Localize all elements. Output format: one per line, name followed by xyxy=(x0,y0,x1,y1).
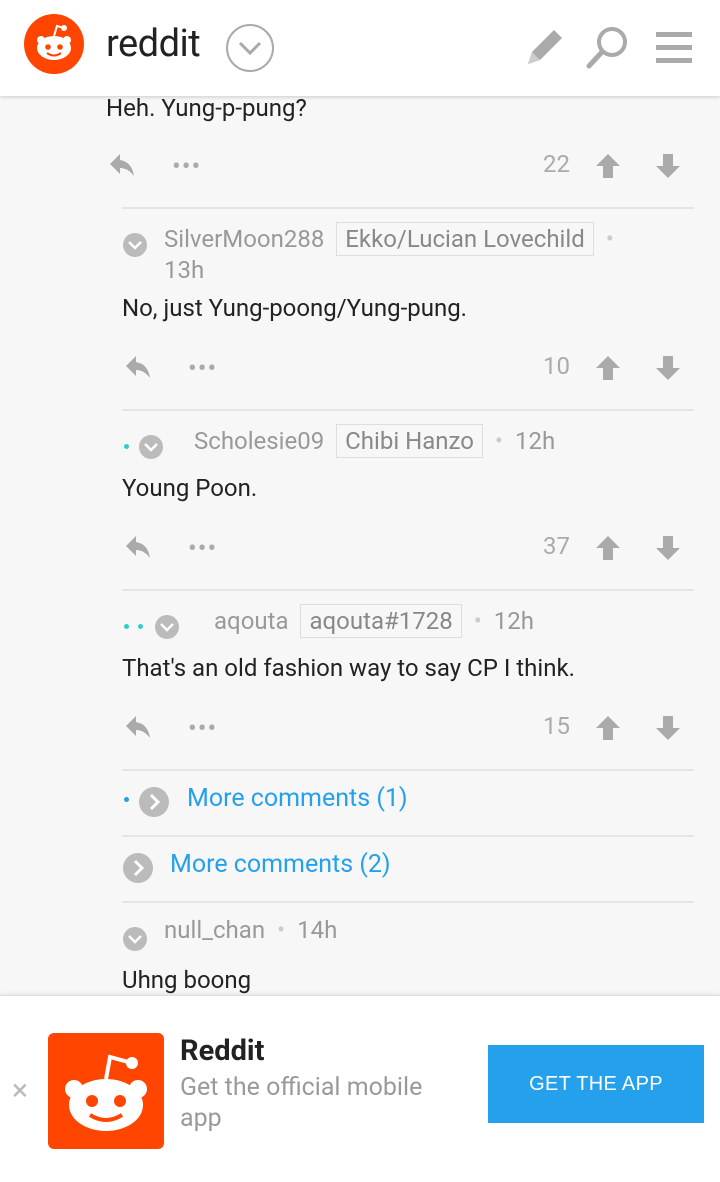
vote-score: 22 xyxy=(543,150,570,178)
divider xyxy=(122,769,694,771)
search-icon[interactable] xyxy=(584,24,632,72)
collapse-chevron-icon[interactable] xyxy=(154,614,180,644)
upvote-icon[interactable] xyxy=(594,152,622,184)
reply-icon[interactable] xyxy=(124,354,152,384)
comment-author[interactable]: null_chan xyxy=(164,916,265,944)
comment-meta: null_chan • 14h xyxy=(164,916,337,944)
more-comments-link[interactable]: More comments (2) xyxy=(170,850,391,879)
separator-dot: • xyxy=(473,607,482,635)
collapse-chevron-icon[interactable] xyxy=(122,926,148,956)
reply-icon[interactable] xyxy=(124,714,152,744)
chevron-down-icon[interactable] xyxy=(226,24,274,72)
app-title: Reddit xyxy=(180,1034,265,1068)
expand-chevron-icon[interactable] xyxy=(122,852,154,888)
divider xyxy=(122,901,694,903)
app-subtitle: Get the official mobile app xyxy=(180,1073,423,1133)
comment-time: 13h xyxy=(164,256,205,284)
get-app-button[interactable]: GET THE APP xyxy=(488,1045,704,1123)
close-icon[interactable]: × xyxy=(12,1076,28,1106)
separator-dot: • xyxy=(605,225,614,253)
reply-icon[interactable] xyxy=(108,152,136,182)
comment-body: No, just Yung-poong/Yung-pung. xyxy=(122,294,467,322)
more-options-icon[interactable]: ••• xyxy=(172,152,201,182)
comment-meta: aqouta aqouta#1728 • 12h xyxy=(214,604,534,638)
divider xyxy=(122,589,694,591)
depth-indicator xyxy=(124,444,129,449)
reply-icon[interactable] xyxy=(124,534,152,564)
reddit-logo-icon[interactable] xyxy=(24,14,84,74)
more-comments-link[interactable]: More comments (1) xyxy=(187,784,408,813)
upvote-icon[interactable] xyxy=(594,714,622,746)
comment-body: Uhng boong xyxy=(122,966,252,994)
downvote-icon[interactable] xyxy=(654,714,682,746)
reddit-app-icon xyxy=(48,1033,164,1149)
comment-body: That's an old fashion way to say CP I th… xyxy=(122,654,575,682)
menu-icon[interactable] xyxy=(652,24,700,72)
separator-dot: • xyxy=(494,427,504,455)
app-install-banner: × Reddit Get the official mobile app GET… xyxy=(0,995,720,1182)
comment-body: Heh. Yung-p-pung? xyxy=(106,94,307,122)
user-flair: aqouta#1728 xyxy=(300,604,462,638)
upvote-icon[interactable] xyxy=(594,534,622,566)
divider xyxy=(122,835,694,837)
comment-time: 14h xyxy=(297,916,338,944)
comment-author[interactable]: aqouta xyxy=(214,607,289,635)
user-flair: Ekko/Lucian Lovechild xyxy=(336,222,594,256)
upvote-icon[interactable] xyxy=(594,354,622,386)
vote-score: 10 xyxy=(543,352,570,380)
collapse-chevron-icon[interactable] xyxy=(122,232,148,262)
comment-author[interactable]: SilverMoon288 xyxy=(164,225,324,253)
depth-indicator xyxy=(124,624,129,629)
comment-time: 12h xyxy=(514,427,556,455)
brand-wordmark[interactable]: reddit xyxy=(106,22,201,66)
comment-body: Young Poon. xyxy=(122,474,258,502)
divider xyxy=(122,207,694,209)
user-flair: Chibi Hanzo xyxy=(336,424,483,458)
collapse-chevron-icon[interactable] xyxy=(138,434,164,464)
vote-score: 15 xyxy=(543,712,570,740)
pencil-icon[interactable] xyxy=(520,24,568,72)
comment-author[interactable]: Scholesie09 xyxy=(194,427,324,455)
more-options-icon[interactable]: ••• xyxy=(188,714,217,744)
more-options-icon[interactable]: ••• xyxy=(188,354,217,384)
comment-meta: SilverMoon288 Ekko/Lucian Lovechild • xyxy=(164,222,620,256)
divider xyxy=(122,409,694,411)
top-nav-bar: reddit xyxy=(0,0,720,96)
comment-time: 12h xyxy=(493,607,534,635)
depth-indicator xyxy=(138,624,143,629)
downvote-icon[interactable] xyxy=(654,152,682,184)
downvote-icon[interactable] xyxy=(654,354,682,386)
more-options-icon[interactable]: ••• xyxy=(188,534,217,564)
expand-chevron-icon[interactable] xyxy=(138,786,170,822)
vote-score: 37 xyxy=(543,532,570,560)
comment-meta: Scholesie09 Chibi Hanzo • 12h xyxy=(194,424,555,458)
depth-indicator xyxy=(124,797,129,802)
separator-dot: • xyxy=(277,916,286,944)
downvote-icon[interactable] xyxy=(654,534,682,566)
